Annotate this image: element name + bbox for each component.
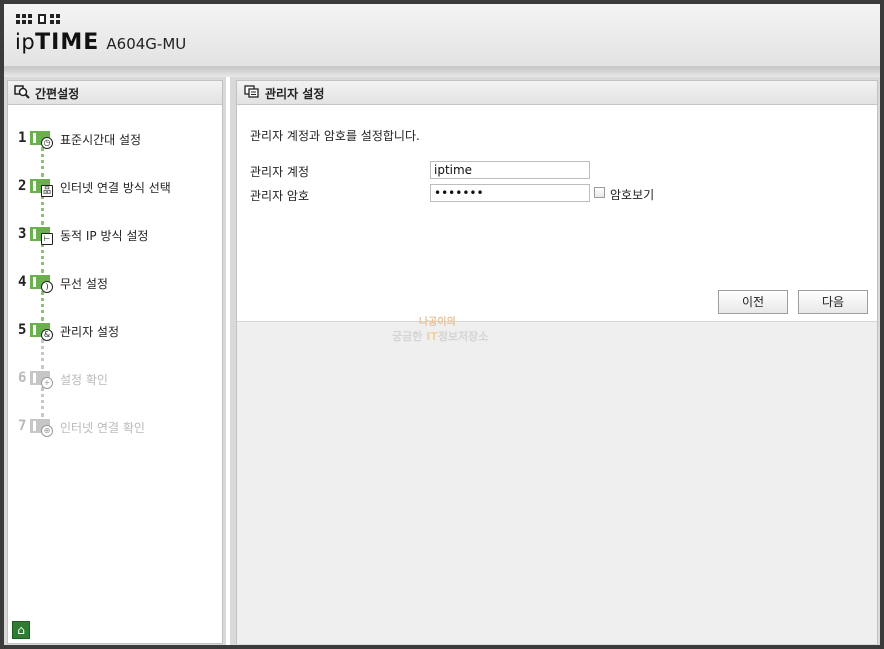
watermark-text-c: 정보저장소 [437, 330, 489, 343]
network-icon: 品 [41, 185, 53, 197]
brand-logo[interactable]: ipTIME A604G-MU [15, 30, 186, 55]
sidebar-step-dynamic-ip[interactable]: 3 ⊢ 동적 IP 방식 설정 [8, 226, 222, 252]
app-frame: ipTIME A604G-MU 간편설정 1 ◷ 표준시간대 설정 2 品 인터… [0, 0, 884, 649]
magnifier-settings-icon [14, 85, 30, 99]
app-window: ipTIME A604G-MU 간편설정 1 ◷ 표준시간대 설정 2 品 인터… [4, 4, 880, 645]
sidebar-step-timezone[interactable]: 1 ◷ 표준시간대 설정 [8, 130, 222, 156]
step-number: 7 [18, 418, 27, 434]
sidebar: 간편설정 1 ◷ 표준시간대 설정 2 品 인터넷 연결 방식 선택 3 ⊢ 동… [7, 80, 223, 644]
step-label: 표준시간대 설정 [60, 133, 142, 147]
admin-password-input[interactable] [430, 184, 590, 202]
step-label: 동적 IP 방식 설정 [60, 229, 149, 243]
home-icon: ⌂ [17, 623, 25, 637]
clock-icon: ◷ [41, 137, 53, 149]
check-icon: + [41, 377, 53, 389]
footer-area [237, 321, 877, 644]
globe-icon: ⊕ [41, 425, 53, 437]
home-button[interactable]: ⌂ [12, 621, 30, 639]
step-number: 1 [18, 130, 27, 146]
show-password-checkbox[interactable] [594, 187, 605, 198]
main-header: 관리자 설정 [237, 81, 877, 105]
step-label: 설정 확인 [60, 373, 108, 387]
page-description: 관리자 계정과 암호를 설정합니다. [250, 129, 420, 143]
watermark-text-a: 궁금한 [392, 330, 427, 343]
step-label: 인터넷 연결 확인 [60, 421, 145, 435]
watermark-line2: 궁금한 IT정보저장소 [392, 328, 488, 344]
wifi-icon: ) [41, 281, 53, 293]
step-label: 무선 설정 [60, 277, 108, 291]
copy-window-icon [244, 85, 259, 98]
next-button[interactable]: 다음 [798, 290, 868, 314]
sidebar-header: 간편설정 [8, 81, 222, 105]
step-label: 인터넷 연결 방식 선택 [60, 181, 171, 195]
step-number: 2 [18, 178, 27, 194]
sidebar-step-internet-check[interactable]: 7 ⊕ 인터넷 연결 확인 [8, 418, 222, 444]
main-panel: 관리자 설정 관리자 계정과 암호를 설정합니다. 관리자 계정 관리자 암호 … [236, 80, 878, 644]
account-label: 관리자 계정 [250, 165, 310, 179]
logo-time: TIME [35, 30, 100, 55]
prev-button[interactable]: 이전 [718, 290, 788, 314]
header: ipTIME A604G-MU [4, 4, 880, 67]
admin-icon: & [41, 329, 53, 341]
step-number: 5 [18, 322, 27, 338]
iptime-dots-logo-icon [16, 14, 60, 26]
step-label: 관리자 설정 [60, 325, 120, 339]
model-name: A604G-MU [106, 35, 187, 53]
ip-tree-icon: ⊢ [41, 233, 53, 245]
step-number: 4 [18, 274, 27, 290]
sidebar-step-confirm[interactable]: 6 + 설정 확인 [8, 370, 222, 396]
sidebar-title: 간편설정 [35, 87, 80, 101]
sidebar-step-wireless[interactable]: 4 ) 무선 설정 [8, 274, 222, 300]
admin-account-input[interactable] [430, 161, 590, 179]
watermark-line1: 나공이의 [419, 317, 456, 328]
password-label: 관리자 암호 [250, 189, 310, 203]
sidebar-step-connection-type[interactable]: 2 品 인터넷 연결 방식 선택 [8, 178, 222, 204]
logo-ip: ip [15, 30, 36, 54]
header-divider [4, 67, 880, 77]
sidebar-step-admin[interactable]: 5 & 관리자 설정 [8, 322, 222, 348]
step-number: 3 [18, 226, 27, 242]
page-title: 관리자 설정 [265, 87, 325, 101]
step-number: 6 [18, 370, 27, 386]
show-password-label[interactable]: 암호보기 [610, 186, 654, 203]
watermark-text-b: IT [426, 330, 438, 343]
